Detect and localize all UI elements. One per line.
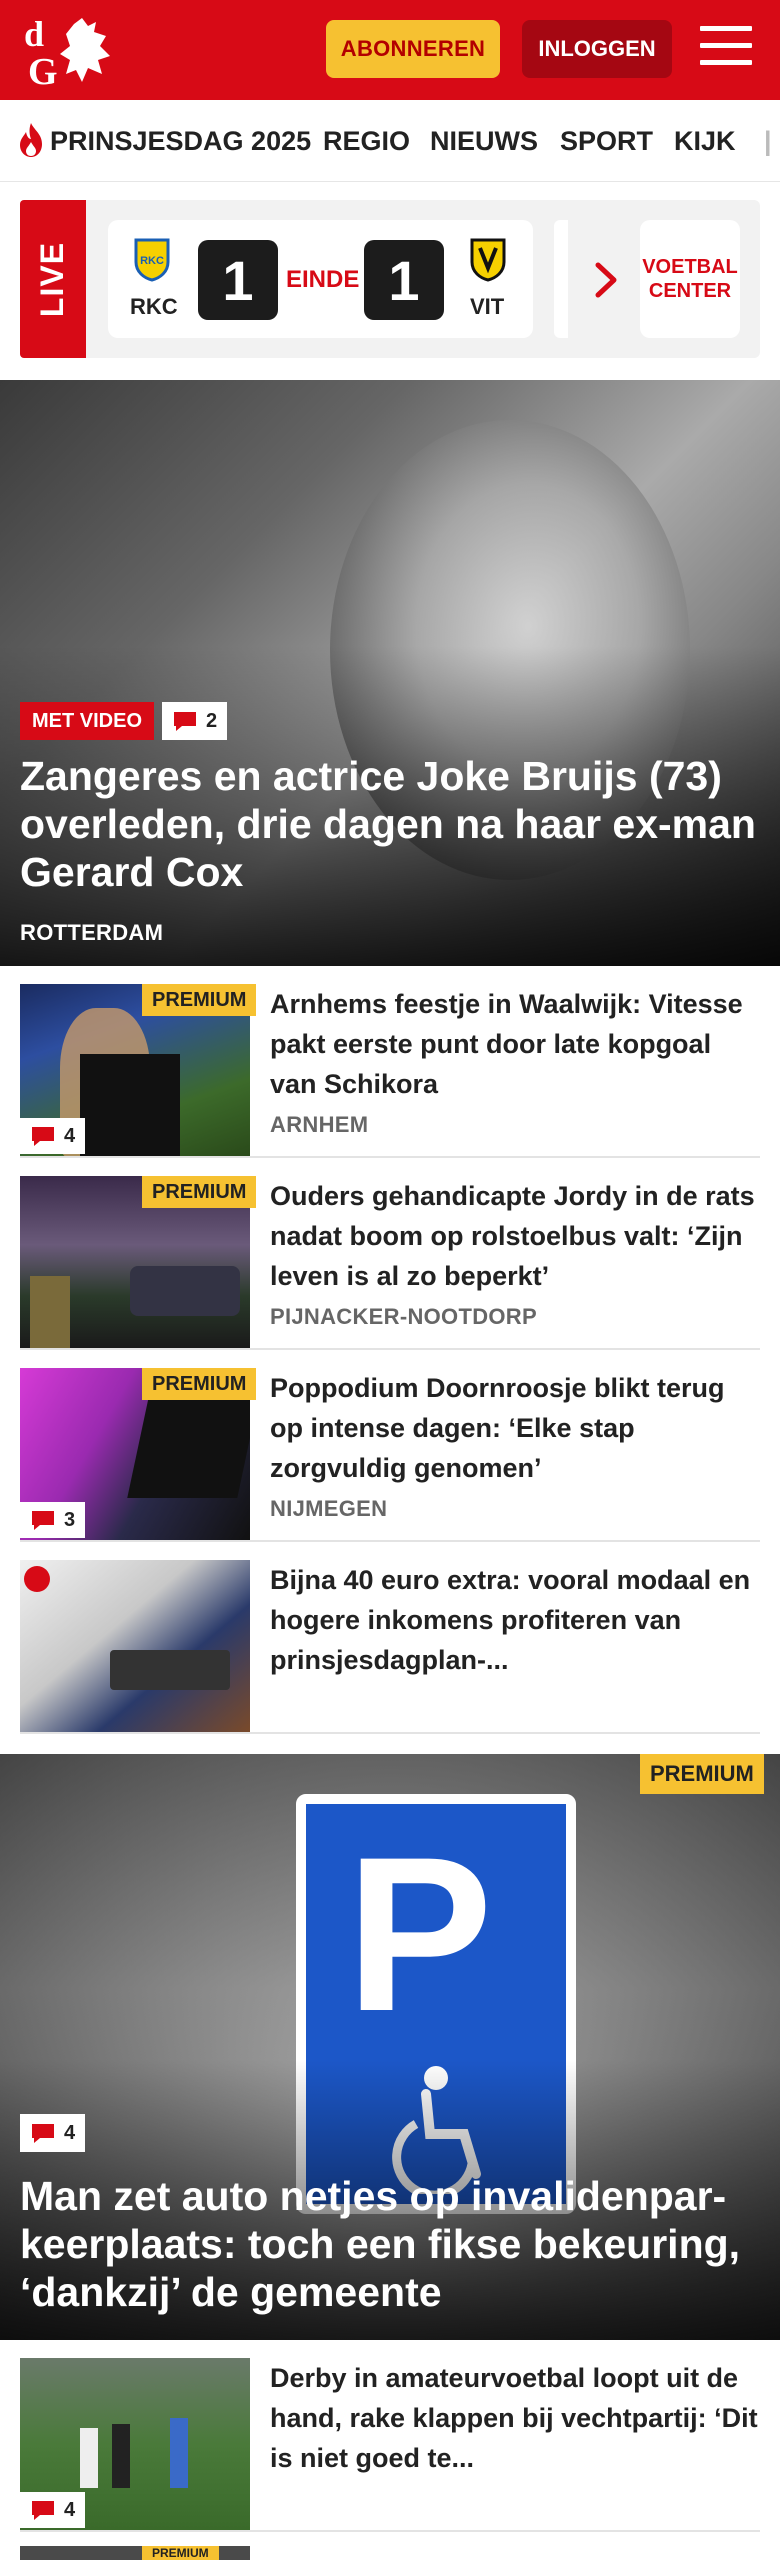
article-title[interactable]: Derby in amateurvoetbal loopt uit de han…: [270, 2358, 760, 2478]
list-item[interactable]: PREMIUM 4 Arnhems feestje in Waalwijk: V…: [20, 984, 760, 1158]
list-item[interactable]: 4 Derby in amateurvoetbal loopt uit de h…: [20, 2358, 760, 2532]
away-score: 1: [364, 240, 444, 320]
premium-badge: PREMIUM: [142, 1368, 257, 1400]
site-header: d G ABONNEREN INLOGGEN: [0, 0, 780, 100]
logo-icon[interactable]: d G: [22, 12, 118, 88]
nav-item-nieuws[interactable]: NIEUWS: [430, 126, 538, 157]
comment-icon: [32, 2501, 54, 2520]
premium-badge: PREMIUM: [142, 984, 257, 1016]
list-item[interactable]: PREMIUM Ouders gehandicapte Jordy in de …: [20, 1176, 760, 1350]
svg-text:G: G: [28, 51, 58, 88]
nav-item-sport[interactable]: SPORT: [560, 126, 653, 157]
away-team-name: VIT: [470, 294, 505, 319]
article-title[interactable]: Bijna 40 euro extra: vooral modaal en ho…: [270, 1560, 760, 1680]
home-team-name: RKC: [130, 294, 178, 319]
article-title[interactable]: Arnhems feestje in Waalwijk: Vitesse pak…: [270, 984, 760, 1104]
nav-item-prinsjesdag[interactable]: PRINSJESDAG 2025: [50, 126, 311, 157]
nav-item-overflow[interactable]: |: [764, 126, 772, 157]
match-status: EINDE: [286, 266, 360, 293]
feature-article-title[interactable]: Man zet auto netjes op invalidenpar-keer…: [20, 2172, 760, 2316]
match-card-next[interactable]: [554, 220, 568, 338]
login-button[interactable]: INLOGGEN: [522, 20, 672, 78]
hero-article-location: ROTTERDAM: [20, 920, 164, 945]
premium-badge: PREMIUM: [142, 2546, 219, 2560]
comment-icon: [174, 712, 196, 731]
article-location: ARNHEM: [270, 1112, 369, 1137]
home-score: 1: [198, 240, 278, 320]
video-tag: MET VIDEO: [20, 702, 155, 740]
premium-badge: PREMIUM: [142, 1176, 257, 1208]
rkc-badge-icon: RKC: [134, 238, 170, 282]
subscribe-button[interactable]: ABONNEREN: [326, 20, 500, 78]
hero-article-title[interactable]: Zangeres en actrice Joke Bruijs (73) ove…: [20, 752, 760, 896]
nav-item-regio[interactable]: REGIO: [323, 126, 410, 157]
comment-icon: [32, 1127, 54, 1146]
comment-count-badge: 3: [20, 1502, 86, 1538]
comment-icon: [32, 1511, 54, 1530]
flame-icon: [20, 123, 42, 157]
comment-icon: [32, 2124, 54, 2143]
hamburger-menu-icon[interactable]: [700, 26, 752, 70]
list-item[interactable]: PREMIUM 3 Poppodium Doornroosje blikt te…: [20, 1368, 760, 1542]
nav-item-kijk[interactable]: KIJK: [674, 126, 736, 157]
comment-count-badge: 4: [20, 2492, 86, 2528]
premium-badge: PREMIUM: [640, 1754, 764, 1794]
live-tag: LIVE: [20, 200, 86, 358]
svg-text:RKC: RKC: [140, 255, 164, 267]
comment-count-badge: 4: [20, 2114, 86, 2152]
list-item[interactable]: Bijna 40 euro extra: vooral modaal en ho…: [20, 1560, 760, 1734]
comment-count-badge: 4: [20, 1118, 86, 1154]
geldmaand-logo-icon: [24, 1566, 50, 1592]
football-center-link[interactable]: VOETBAL CENTER: [640, 220, 740, 338]
section-nav: PRINSJESDAG 2025 REGIO NIEUWS SPORT KIJK…: [0, 100, 780, 182]
comment-count-badge: 2: [162, 702, 228, 740]
article-location: PIJNACKER-NOOTDORP: [270, 1304, 537, 1329]
chevron-right-icon[interactable]: [594, 262, 618, 298]
article-title[interactable]: Ouders gehandicapte Jordy in de rats nad…: [270, 1176, 760, 1296]
article-thumbnail: [20, 1560, 250, 1732]
vitesse-badge-icon: [470, 238, 506, 282]
article-title[interactable]: Poppodium Doornroosje blikt terug op int…: [270, 1368, 760, 1488]
article-location: NIJMEGEN: [270, 1496, 388, 1521]
svg-text:d: d: [24, 14, 44, 54]
